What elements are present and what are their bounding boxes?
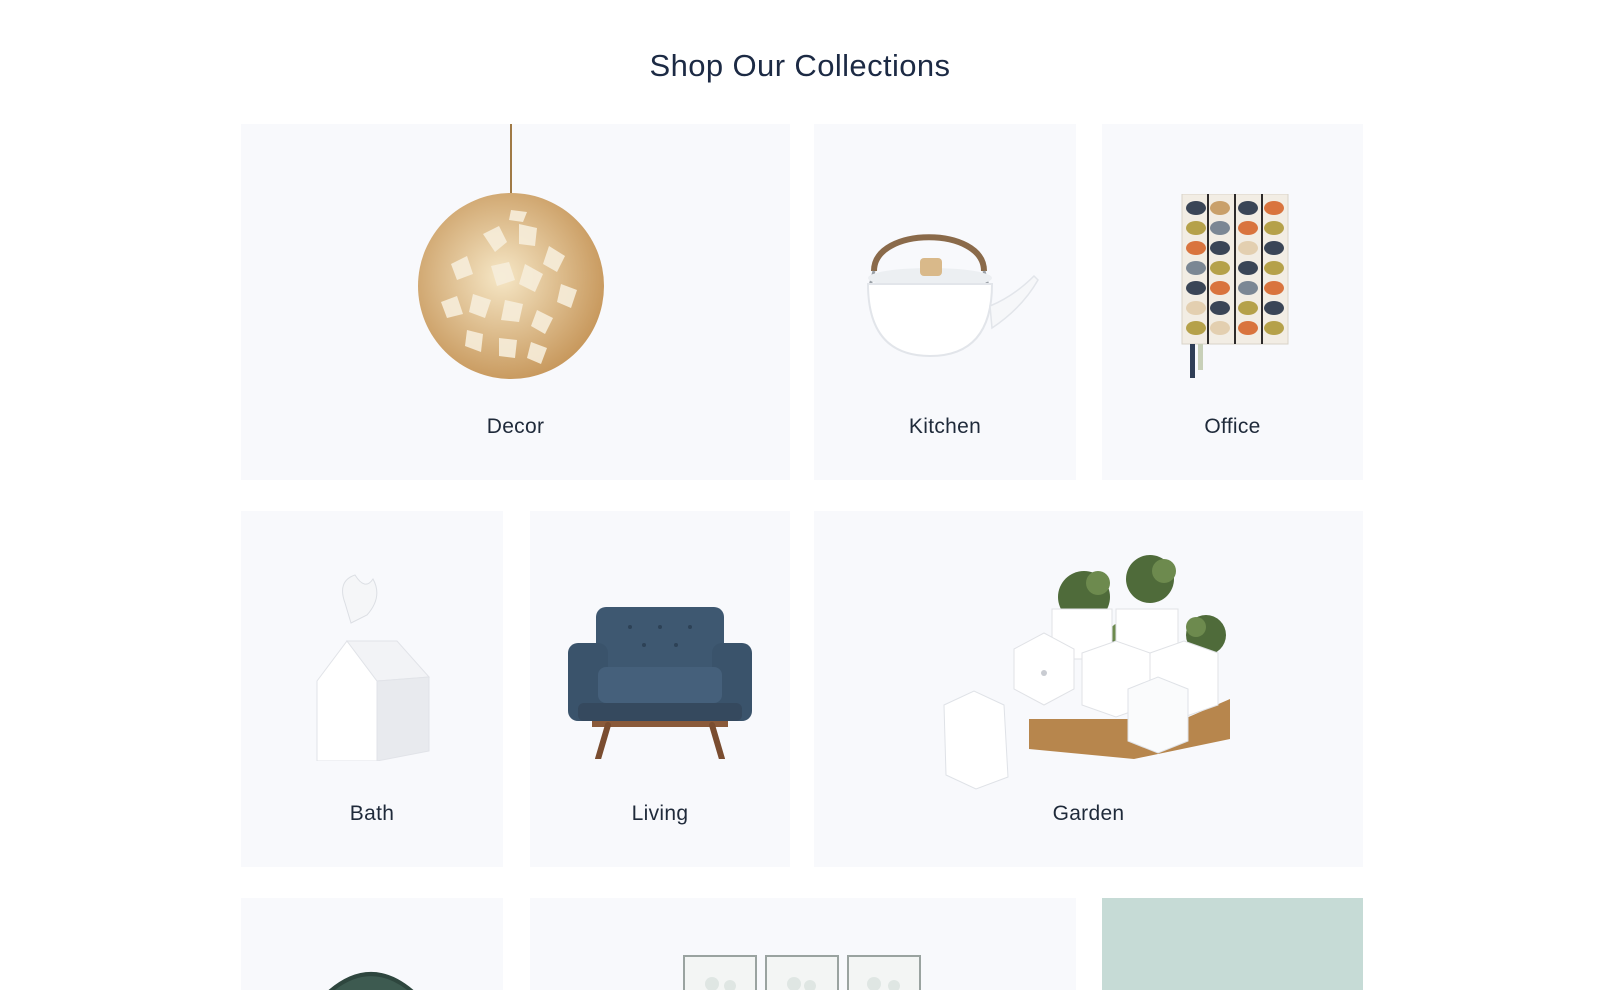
collection-card-partial-2[interactable] <box>530 898 1076 990</box>
collection-card-partial-3[interactable] <box>1102 898 1363 990</box>
tissue-box-icon <box>316 574 431 761</box>
page-title: Shop Our Collections <box>649 48 951 83</box>
collection-label: Office <box>1204 415 1261 438</box>
notebook-icon <box>1181 194 1289 378</box>
collection-label: Bath <box>349 802 395 825</box>
collection-card-partial-1[interactable] <box>241 898 503 990</box>
collection-card-decor[interactable]: Decor <box>241 124 790 480</box>
collection-label: Garden <box>1052 802 1125 825</box>
collection-card-office[interactable]: Office <box>1102 124 1363 480</box>
planters-icon <box>943 555 1230 790</box>
collection-card-living[interactable]: Living <box>530 511 790 867</box>
collection-card-kitchen[interactable]: Kitchen <box>814 124 1076 480</box>
collection-label: Decor <box>486 415 545 438</box>
collection-label: Living <box>631 802 689 825</box>
collection-card-garden[interactable]: Garden <box>814 511 1363 867</box>
glasses-icon <box>683 955 921 990</box>
kettle-icon <box>866 234 1039 358</box>
fan-icon <box>328 972 414 990</box>
pendant-lamp-icon <box>418 124 604 379</box>
collection-label: Kitchen <box>908 415 982 438</box>
collection-card-bath[interactable]: Bath <box>241 511 503 867</box>
armchair-icon <box>568 607 752 759</box>
